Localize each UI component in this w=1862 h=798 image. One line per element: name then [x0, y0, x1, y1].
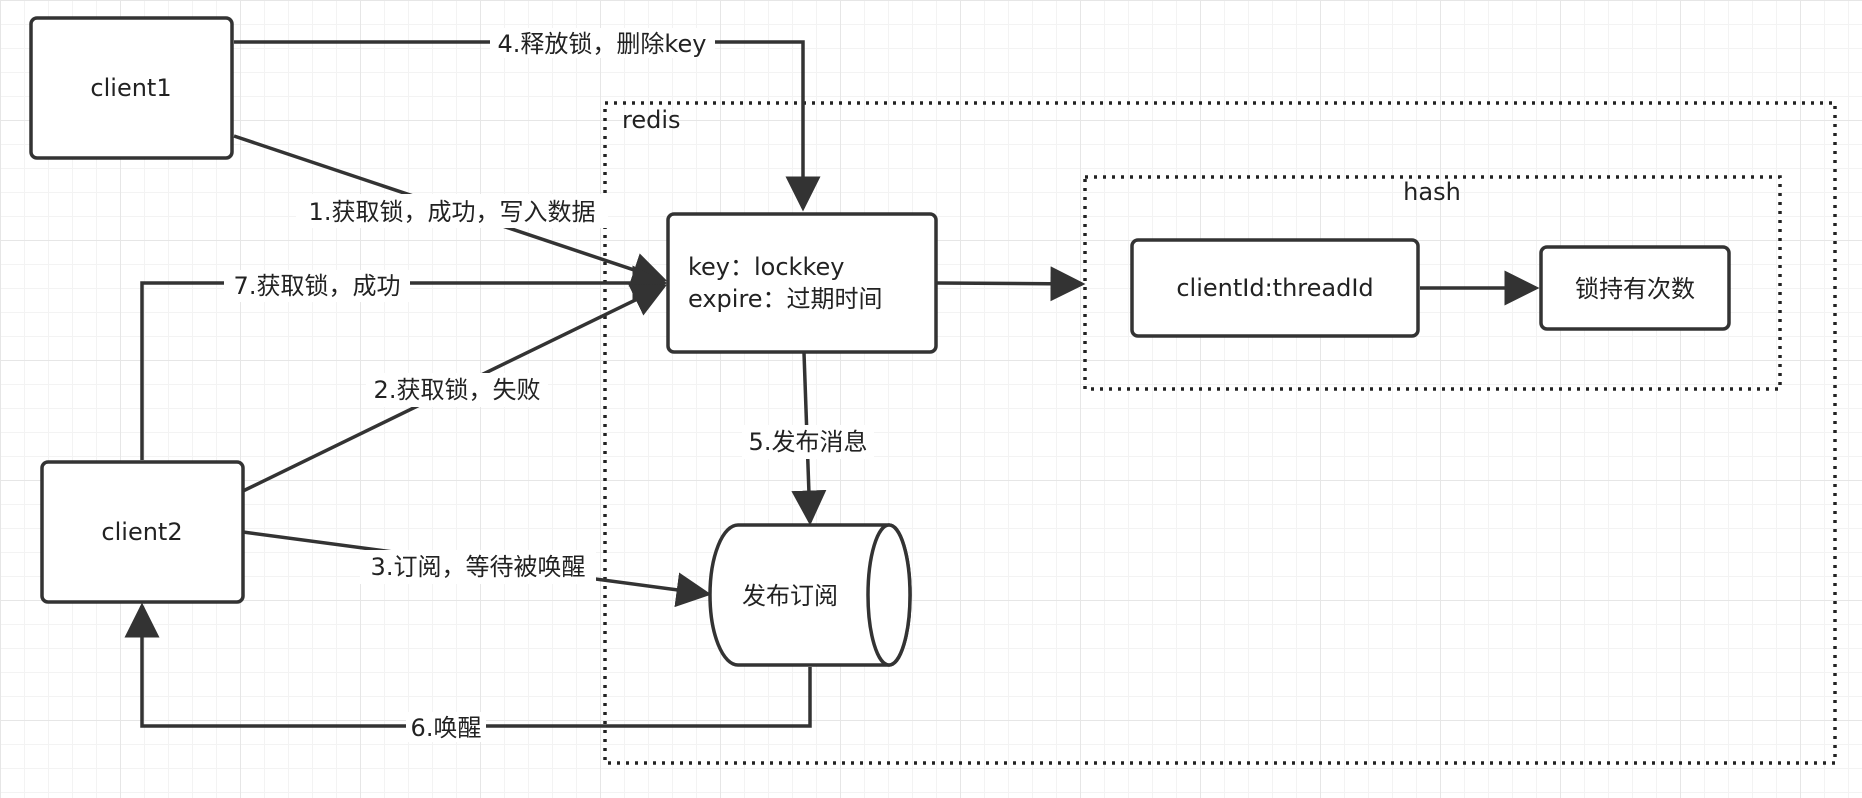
edge-label-release: 4.释放锁，删除key: [498, 30, 707, 58]
hash-label: hash: [1403, 178, 1461, 206]
lock-key-line2: expire：过期时间: [688, 285, 883, 313]
diagram-canvas: redis hash client1 client2 key：lockkey e…: [29, 16, 1837, 765]
edge-label-3-group: 3.订阅，等待被唤醒: [360, 550, 596, 584]
edge-wakeup: [124, 602, 812, 728]
lock-key-node: key：lockkey expire：过期时间: [666, 212, 938, 354]
client1-node: client1: [29, 16, 234, 160]
client2-node: client2: [40, 460, 245, 604]
edge-label-acquire-success: 1.获取锁，成功，写入数据: [309, 198, 596, 226]
edge-label-publish: 5.发布消息: [749, 428, 868, 456]
edge-label-6-group: 6.唤醒: [406, 712, 486, 742]
redis-label: redis: [622, 106, 681, 134]
pubsub-label: 发布订阅: [742, 582, 838, 610]
edge-label-acquire-success-2: 7.获取锁，成功: [234, 272, 401, 300]
edge-label-1-group: 1.获取锁，成功，写入数据: [296, 194, 608, 228]
edge-acquire-success-2: [140, 265, 668, 460]
edge-lock-to-hash: [936, 266, 1086, 302]
client-thread-node: clientId:threadId: [1130, 238, 1420, 338]
client2-label: client2: [101, 518, 182, 546]
edge-label-wakeup: 6.唤醒: [411, 714, 482, 742]
hold-count-label: 锁持有次数: [1575, 275, 1695, 303]
client-thread-label: clientId:threadId: [1176, 274, 1373, 302]
edge-label-2-group: 2.获取锁，失败: [366, 373, 548, 407]
edge-label-acquire-fail: 2.获取锁，失败: [374, 376, 541, 404]
edge-label-subscribe: 3.订阅，等待被唤醒: [371, 553, 586, 581]
lock-key-line1: key：lockkey: [688, 253, 844, 281]
edge-label-4-group: 4.释放锁，删除key: [490, 28, 715, 58]
edge-release-lock: [234, 40, 821, 212]
pubsub-cylinder: 发布订阅: [708, 523, 912, 667]
edge-label-5-group: 5.发布消息: [742, 425, 874, 459]
client1-label: client1: [90, 74, 171, 102]
edge-label-7-group: 7.获取锁，成功: [224, 270, 410, 302]
hold-count-node: 锁持有次数: [1539, 245, 1731, 331]
